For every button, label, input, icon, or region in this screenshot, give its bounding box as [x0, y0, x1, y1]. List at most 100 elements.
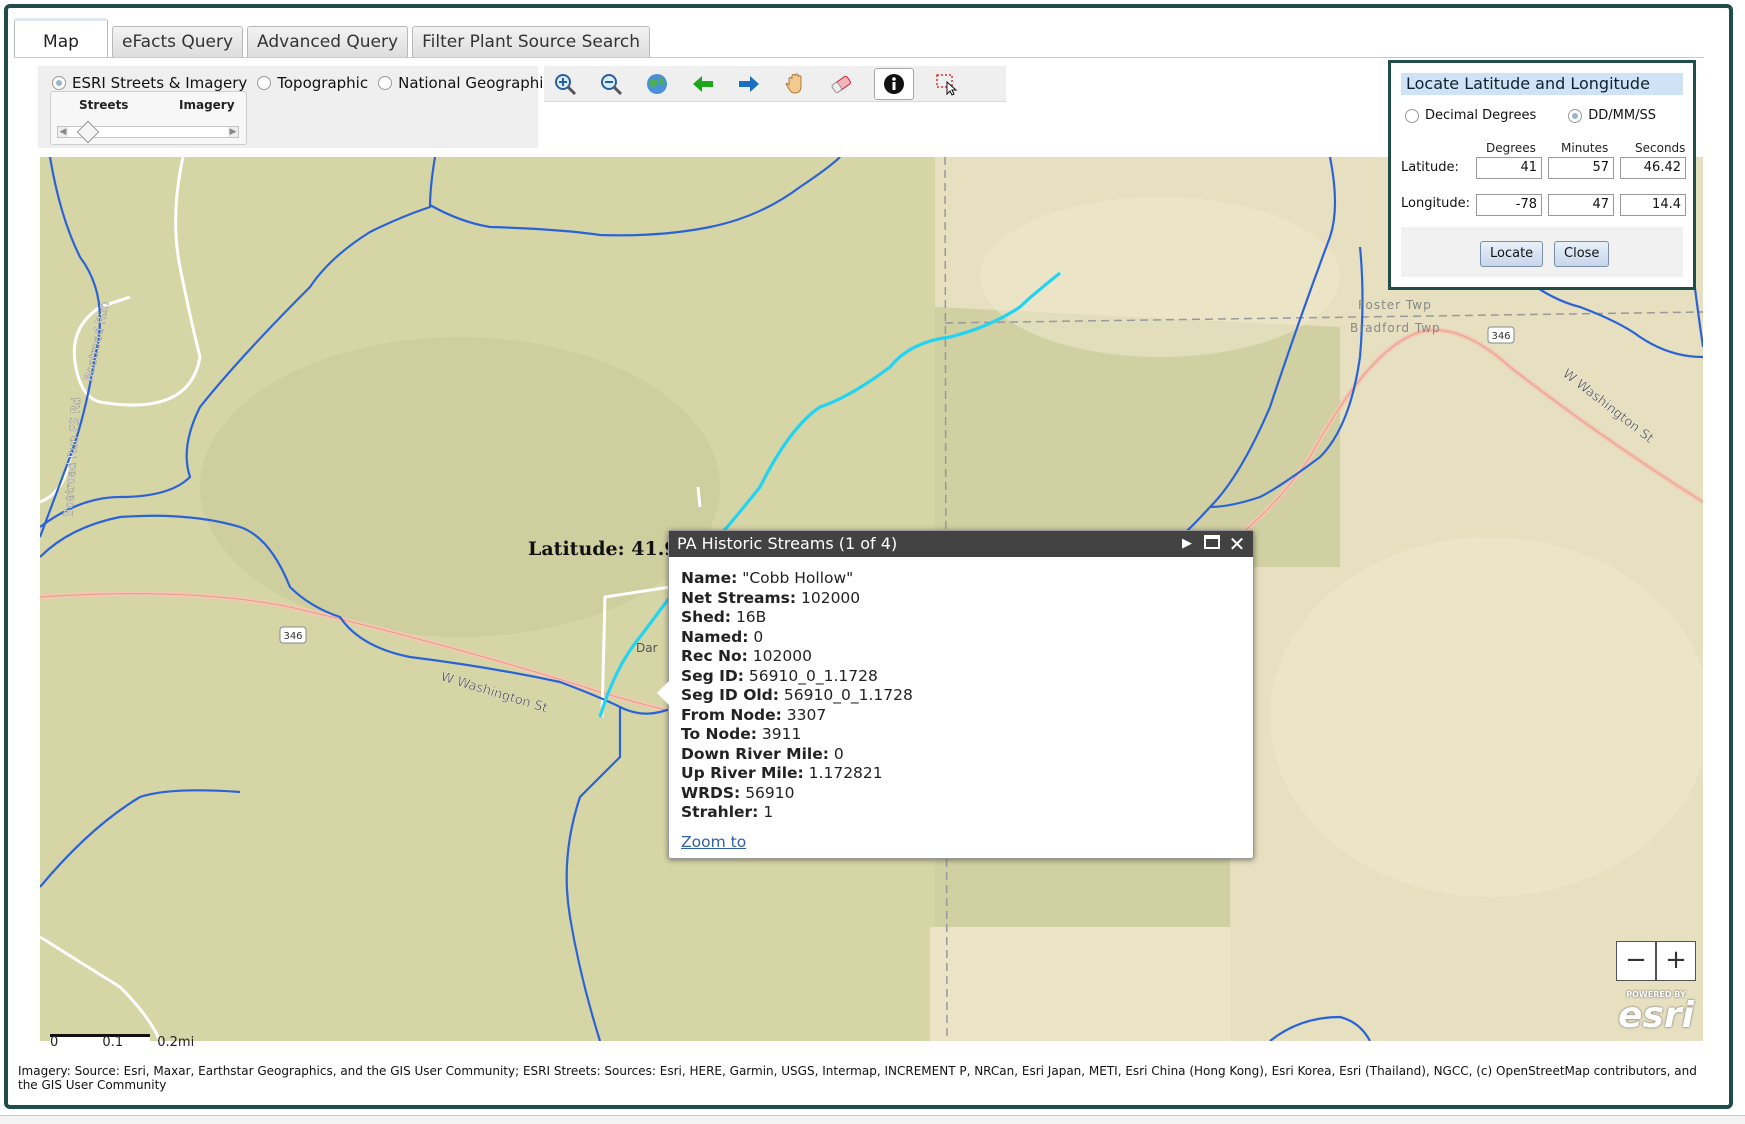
popup-field-value: 56910 — [740, 783, 795, 802]
popup-field-label: Shed: — [681, 608, 732, 626]
popup-field-row: Seg ID: 56910_0_1.1728 — [681, 667, 913, 687]
radio-dd-mm-ss[interactable] — [1568, 108, 1583, 123]
forward-arrow-icon[interactable] — [736, 71, 762, 97]
popup-field-label: From Node: — [681, 705, 782, 724]
popup-field-value: 102000 — [796, 588, 861, 607]
popup-field-value: 16B — [731, 608, 767, 626]
popup-field-label: Seg ID Old: — [681, 686, 779, 704]
zoom-out-icon[interactable] — [598, 71, 624, 97]
popup-field-row: Rec No: 102000 — [681, 647, 913, 667]
close-button[interactable]: Close — [1554, 241, 1610, 267]
popup-field-value: 3307 — [781, 705, 827, 724]
tab-efacts-query[interactable]: eFacts Query — [112, 26, 244, 58]
latitude-seconds-input[interactable]: 46.42 — [1620, 157, 1686, 179]
route-shield-346-east: 346 — [1487, 326, 1515, 344]
longitude-degrees-input[interactable]: -78 — [1476, 194, 1542, 216]
tab-map[interactable]: Map — [14, 18, 108, 58]
basemap-radio-national-geographic[interactable] — [378, 76, 393, 90]
slider-label-streets: Streets — [79, 98, 129, 112]
popup-pointer — [657, 681, 669, 705]
eraser-icon[interactable] — [828, 71, 854, 97]
basemap-label-national-geographic: National Geographic — [398, 74, 552, 92]
popup-field-label: Named: — [681, 627, 749, 646]
scale-tick-2: 0.2mi — [157, 1035, 195, 1050]
basemap-label-streets-imagery: ESRI Streets & Imagery — [72, 74, 248, 92]
coordinate-format-options: Decimal Degrees DD/MM/SS — [1405, 108, 1656, 123]
popup-fields: Name: "Cobb Hollow" Net Streams: 102000 Sh… — [681, 569, 913, 823]
popup-field-label: Name: — [681, 569, 738, 587]
longitude-seconds-input[interactable]: 14.4 — [1620, 194, 1686, 216]
info-icon[interactable] — [874, 67, 914, 100]
basemap-label-topographic: Topographic — [277, 74, 369, 92]
popup-next-icon[interactable]: ▶ — [1177, 534, 1197, 554]
basemap-options: ESRI Streets & Imagery Topographic Natio… — [52, 74, 562, 92]
scale-tick-1: 0.1 — [102, 1035, 124, 1050]
popup-field-row: Shed: 16B — [681, 608, 913, 628]
map-zoom-control: − + — [1616, 941, 1696, 981]
globe-icon[interactable] — [644, 71, 670, 97]
popup-maximize-icon[interactable] — [1201, 534, 1223, 554]
zoom-out-button[interactable]: − — [1616, 941, 1656, 981]
label-foster-twp: Foster Twp — [1358, 298, 1432, 312]
map-attribution: Imagery: Source: Esri, Maxar, Earthstar … — [18, 1064, 1697, 1092]
popup-field-label: WRDS: — [681, 783, 741, 802]
shield-346-west-text: 346 — [283, 631, 302, 642]
tab-divider — [14, 57, 1704, 58]
radio-decimal-degrees[interactable] — [1405, 108, 1419, 123]
popup-field-row: WRDS: 56910 — [681, 784, 913, 804]
label-decimal-degrees: Decimal Degrees — [1425, 108, 1537, 123]
basemap-blend-slider: Streets Imagery ◀ ▶ — [50, 91, 247, 145]
zoom-in-icon[interactable] — [552, 71, 578, 97]
shield-346-east-text: 346 — [1491, 331, 1510, 342]
popup-field-label: Strahler: — [681, 803, 759, 821]
slider-thumb[interactable] — [76, 120, 100, 144]
locate-button[interactable]: Locate — [1480, 241, 1544, 267]
tab-advanced-query[interactable]: Advanced Query — [247, 26, 409, 58]
label-dar: Dar — [636, 641, 658, 655]
column-header-degrees: Degrees — [1486, 141, 1536, 155]
pan-hand-icon[interactable] — [782, 71, 808, 97]
zoom-in-button[interactable]: + — [1656, 941, 1696, 981]
slider-track[interactable]: ◀ ▶ — [57, 120, 239, 144]
popup-field-row: Net Streams: 102000 — [681, 589, 913, 609]
popup-field-row: From Node: 3307 — [681, 706, 913, 726]
popup-field-label: Seg ID: — [681, 666, 744, 685]
popup-field-label: Net Streams: — [681, 588, 797, 607]
basemap-radio-streets-imagery[interactable] — [52, 76, 66, 90]
popup-field-value: 56910_0_1.1728 — [744, 666, 878, 685]
map-hill-shading — [980, 197, 1340, 357]
route-shield-346-west: 346 — [279, 626, 307, 644]
popup-field-value: 1.172821 — [803, 764, 883, 782]
select-box-icon[interactable] — [934, 71, 960, 97]
popup-field-row: Named: 0 — [681, 628, 913, 648]
longitude-label: Longitude: — [1401, 196, 1471, 211]
zoom-to-link[interactable]: Zoom to — [681, 833, 746, 851]
column-header-minutes: Minutes — [1561, 141, 1609, 155]
popup-field-label: To Node: — [681, 725, 757, 743]
back-arrow-icon[interactable] — [690, 71, 716, 97]
tab-bar: Map eFacts Query Advanced Query Filter P… — [14, 18, 651, 58]
latitude-degrees-input[interactable]: 41 — [1476, 157, 1542, 179]
slider-left-arrow-icon[interactable]: ◀ — [58, 127, 68, 137]
popup-field-row: Strahler: 1 — [681, 803, 913, 823]
column-header-seconds: Seconds — [1635, 141, 1686, 155]
esri-wordmark: esri — [1618, 995, 1694, 1036]
popup-field-value: "Cobb Hollow" — [737, 569, 854, 587]
slider-label-imagery: Imagery — [179, 98, 235, 112]
locate-lat-lon-dialog: Locate Latitude and Longitude Decimal De… — [1388, 60, 1696, 290]
longitude-minutes-input[interactable]: 47 — [1548, 194, 1614, 216]
label-bradford-twp: Bradford Twp — [1350, 321, 1441, 335]
basemap-radio-topographic[interactable] — [257, 76, 272, 90]
label-dd-mm-ss: DD/MM/SS — [1588, 108, 1656, 123]
map-terrain-light-south — [930, 927, 1230, 1041]
popup-field-value: 56910_0_1.1728 — [778, 686, 913, 704]
popup-title: PA Historic Streams (1 of 4) — [677, 534, 898, 553]
popup-field-label: Rec No: — [681, 647, 748, 665]
tab-filter-plant-source-search[interactable]: Filter Plant Source Search — [412, 26, 651, 58]
basemap-panel: ESRI Streets & Imagery Topographic Natio… — [38, 66, 552, 148]
slider-right-arrow-icon[interactable]: ▶ — [228, 127, 238, 137]
popup-field-row: Seg ID Old: 56910_0_1.1728 — [681, 686, 913, 706]
feature-popup: PA Historic Streams (1 of 4) ▶ ✕ Name: "… — [657, 530, 1254, 859]
latitude-minutes-input[interactable]: 57 — [1548, 157, 1614, 179]
popup-close-icon[interactable]: ✕ — [1227, 534, 1247, 554]
